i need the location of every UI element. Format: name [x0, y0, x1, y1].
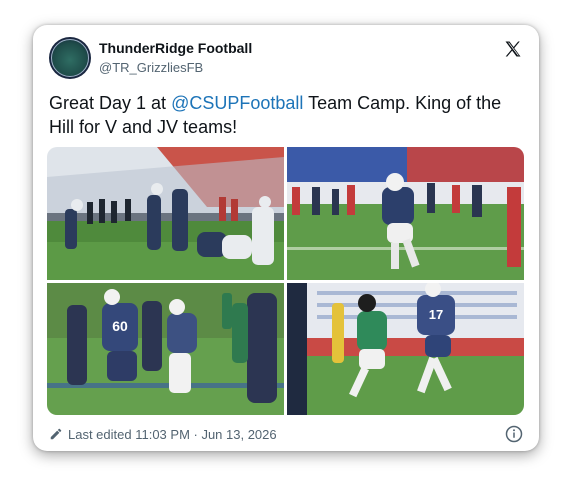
tweet-card[interactable]: ThunderRidge Football @TR_GrizzliesFB Gr…: [33, 25, 539, 451]
info-icon[interactable]: [505, 425, 523, 443]
x-logo-icon[interactable]: [503, 39, 523, 59]
photo-2-image: [287, 147, 524, 280]
display-name[interactable]: ThunderRidge Football: [99, 40, 252, 56]
last-edited-timestamp[interactable]: Last edited 11:03 PM · Jun 13, 2026: [68, 427, 277, 442]
jersey-number: 60: [112, 318, 128, 334]
photo-grid: 60 17: [47, 147, 524, 415]
user-handle[interactable]: @TR_GrizzliesFB: [99, 60, 203, 75]
photo-1-image: [47, 147, 284, 280]
mention-link[interactable]: @CSUPFootball: [171, 93, 303, 113]
tweet-text-start: Great Day 1 at: [49, 93, 172, 113]
tweet-footer: Last edited 11:03 PM · Jun 13, 2026: [49, 425, 277, 443]
photo-3[interactable]: 60: [47, 283, 284, 415]
tweet-text: Great Day 1 at @CSUPFootball Team Camp. …: [49, 91, 519, 139]
photo-4[interactable]: 17: [287, 283, 524, 415]
grizzly-logo-icon: [51, 39, 89, 77]
photo-3-image: 60: [47, 283, 284, 415]
jersey-number: 17: [429, 307, 443, 322]
pencil-icon: [50, 428, 62, 440]
photo-1[interactable]: [47, 147, 284, 280]
photo-4-image: 17: [287, 283, 524, 415]
photo-2[interactable]: [287, 147, 524, 280]
avatar[interactable]: [49, 37, 91, 79]
